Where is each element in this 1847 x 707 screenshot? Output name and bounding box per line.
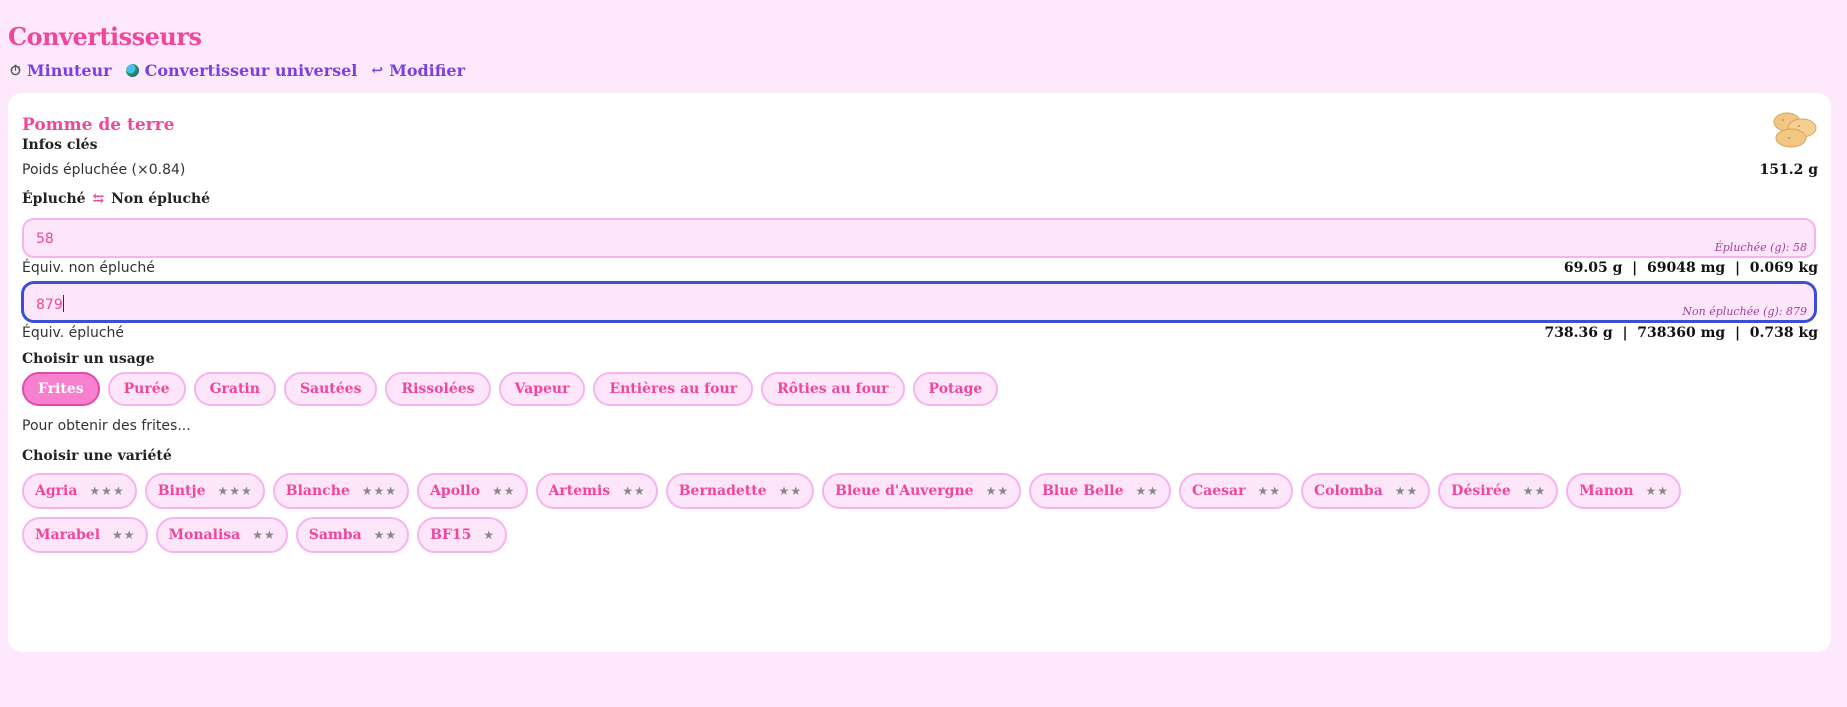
usage-description: Pour obtenir des frites...	[22, 418, 191, 434]
peeled-weight-input-hint: Épluchée (g): 58	[1714, 241, 1807, 254]
variety-chip[interactable]: Bintje ★★★	[144, 473, 265, 509]
variety-name: Bernadette	[678, 483, 767, 499]
rating-stars: ★★	[622, 484, 646, 498]
usage-chip-rissolees[interactable]: Rissolées	[385, 372, 491, 406]
rating-stars: ★★	[1257, 484, 1281, 498]
variety-heading: Choisir une variété	[22, 448, 172, 464]
variety-chip[interactable]: BF15 ★	[417, 517, 508, 553]
rating-stars: ★★	[1394, 484, 1419, 498]
unpeeled-weight-input-value: 879	[36, 295, 64, 313]
peeled-equiv-label: Équiv. épluché	[22, 325, 125, 341]
variety-name: Agria	[35, 483, 78, 499]
rating-stars: ★★	[252, 528, 276, 542]
ingredient-card: Pomme de terre Infos clés Poids épluchée…	[8, 93, 1831, 652]
variety-chip[interactable]: Marabel ★★	[22, 517, 148, 553]
unpeeled-weight-input[interactable]: 879 Non épluchée (g): 879	[22, 282, 1816, 322]
rating-stars: ★★	[985, 484, 1010, 498]
rating-stars: ★★★	[361, 484, 398, 498]
usage-chip-puree[interactable]: Purée	[107, 372, 186, 406]
variety-chip[interactable]: Artemis ★★	[535, 473, 658, 509]
variety-chip[interactable]: Bernadette ★★	[665, 473, 815, 509]
variety-name: Blanche	[285, 483, 350, 499]
usage-heading: Choisir un usage	[22, 351, 155, 367]
rating-stars: ★★	[1645, 484, 1670, 498]
variety-name: Artemis	[548, 483, 611, 499]
nav-label: Modifier	[389, 61, 465, 80]
usage-chip-vapeur[interactable]: Vapeur	[498, 372, 586, 406]
unpeeled-weight-input-hint: Non épluchée (g): 879	[1682, 305, 1807, 318]
variety-name: Blue Belle	[1042, 483, 1124, 499]
rating-stars: ★★	[373, 528, 398, 542]
peeled-weight-input-value: 58	[36, 231, 54, 247]
variety-chip[interactable]: Blanche ★★★	[272, 473, 410, 509]
nav-label: Convertisseur universel	[144, 61, 358, 80]
variety-chip[interactable]: Colomba ★★	[1300, 473, 1431, 509]
key-info-heading: Infos clés	[22, 137, 98, 153]
unpeeled-weight-text: 879	[36, 297, 63, 313]
variety-name: Désirée	[1451, 483, 1511, 499]
conversion-heading-left: Épluché	[22, 191, 86, 207]
variety-name: Samba	[308, 527, 362, 543]
variety-chip[interactable]: Blue Belle ★★	[1029, 473, 1171, 509]
rating-stars: ★★	[1135, 484, 1159, 498]
text-caret	[62, 295, 64, 312]
variety-chip[interactable]: Monalisa ★★	[155, 517, 288, 553]
conversion-heading: Épluché ⇆ Non épluché	[22, 191, 210, 207]
peeled-equiv-value: 738.36 g | 738360 mg | 0.738 kg	[1544, 325, 1818, 341]
variety-chip[interactable]: Agria ★★★	[22, 473, 137, 509]
peeled-weight-value: 151.2 g	[1759, 162, 1818, 178]
nav-modifier[interactable]: ↩ Modifier	[371, 61, 465, 80]
usage-chips: Frites Purée Gratin Sautées Rissolées Va…	[22, 372, 1006, 406]
unpeeled-equiv-label: Équiv. non épluché	[22, 260, 155, 276]
swap-icon[interactable]: ⇆	[92, 191, 104, 207]
usage-chip-roties-au-four[interactable]: Rôties au four	[761, 372, 905, 406]
top-nav: ⏱ Minuteur Convertisseur universel ↩ Mod…	[10, 61, 479, 80]
rating-stars: ★★	[492, 484, 516, 498]
usage-chip-gratin[interactable]: Gratin	[193, 372, 276, 406]
rating-stars: ★	[483, 528, 496, 542]
globe-icon	[125, 64, 139, 77]
usage-chip-potage[interactable]: Potage	[912, 372, 999, 406]
stopwatch-icon: ⏱	[10, 62, 21, 79]
nav-minuteur[interactable]: ⏱ Minuteur	[10, 61, 112, 80]
usage-chip-sautees[interactable]: Sautées	[283, 372, 378, 406]
variety-chip[interactable]: Apollo ★★	[417, 473, 528, 509]
card-title: Pomme de terre	[22, 115, 175, 135]
peeled-weight-input[interactable]: 58 Épluchée (g): 58	[22, 218, 1816, 258]
variety-chip[interactable]: Désirée ★★	[1438, 473, 1559, 509]
rating-stars: ★★	[1522, 484, 1547, 498]
page-title: Convertisseurs	[8, 22, 202, 51]
variety-chip[interactable]: Samba ★★	[295, 517, 410, 553]
variety-chips: Agria ★★★ Bintje ★★★ Blanche ★★★ Apollo ★★ Artem…	[22, 473, 1822, 561]
variety-name: Bleue d'Auvergne	[835, 483, 974, 499]
variety-name: Apollo	[430, 483, 481, 499]
variety-chip[interactable]: Bleue d'Auvergne ★★	[822, 473, 1022, 509]
usage-chip-frites[interactable]: Frites	[22, 372, 100, 406]
rating-stars: ★★	[778, 484, 803, 498]
rating-stars: ★★★	[89, 484, 125, 498]
variety-name: Marabel	[35, 527, 101, 543]
variety-chip[interactable]: Manon ★★	[1566, 473, 1682, 509]
variety-name: BF15	[430, 527, 472, 543]
variety-name: Monalisa	[168, 527, 241, 543]
variety-name: Caesar	[1192, 483, 1246, 499]
potato-icon	[1773, 112, 1817, 148]
nav-convertisseur-universel[interactable]: Convertisseur universel	[125, 61, 358, 80]
return-arrow-icon: ↩	[371, 62, 384, 79]
rating-stars: ★★★	[217, 484, 253, 498]
unpeeled-equiv-value: 69.05 g | 69048 mg | 0.069 kg	[1563, 260, 1818, 276]
variety-name: Colomba	[1313, 483, 1383, 499]
conversion-heading-right: Non épluché	[111, 191, 211, 207]
nav-label: Minuteur	[26, 61, 112, 80]
peeled-weight-label: Poids épluchée (×0.84)	[22, 162, 186, 178]
variety-name: Manon	[1579, 483, 1634, 499]
usage-chip-entieres-au-four[interactable]: Entières au four	[593, 372, 754, 406]
rating-stars: ★★	[112, 528, 136, 542]
variety-name: Bintje	[157, 483, 206, 499]
variety-chip[interactable]: Caesar ★★	[1179, 473, 1293, 509]
